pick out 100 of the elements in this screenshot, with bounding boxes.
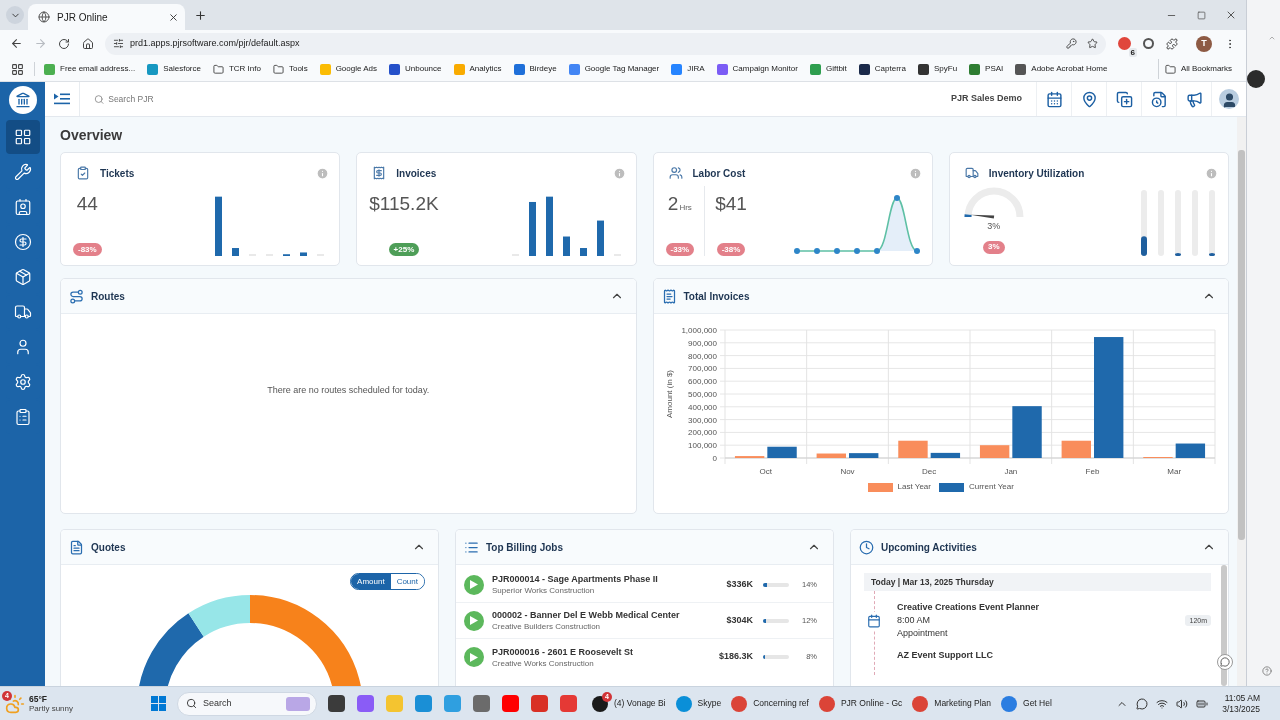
axis-tick-label: 200,000 bbox=[687, 428, 717, 438]
folder-icon bbox=[1164, 63, 1176, 75]
box-icon bbox=[13, 268, 32, 286]
receipt-icon bbox=[372, 166, 387, 180]
chart-bar bbox=[816, 453, 846, 458]
page-title: Overview bbox=[60, 126, 124, 145]
temperature: 65°F bbox=[29, 693, 49, 704]
search-input[interactable]: Search bbox=[203, 696, 280, 711]
panel-title: Total Invoices bbox=[683, 289, 750, 304]
settings-icon bbox=[13, 373, 32, 391]
clock-icon bbox=[859, 539, 874, 555]
address-bar[interactable]: prd1.apps.pjrsoftware.com/pjr/default.aspx bbox=[105, 32, 1106, 55]
back-arrow-icon bbox=[9, 37, 23, 50]
card-title: Tickets bbox=[100, 166, 135, 181]
legend-label: Current Year bbox=[968, 481, 1014, 493]
bookmark-link[interactable]: Analytics bbox=[447, 59, 508, 79]
folder-icon bbox=[212, 63, 224, 75]
browser-tab[interactable]: PJR Online bbox=[28, 4, 185, 30]
site-settings-icon[interactable] bbox=[113, 38, 124, 49]
bookmark-link[interactable]: Google Ads bbox=[313, 59, 383, 79]
extension-icon bbox=[1117, 37, 1131, 50]
taskbar-search-box[interactable]: Search bbox=[177, 691, 317, 716]
change-badge: -33% bbox=[665, 243, 695, 256]
profile-button[interactable]: T bbox=[1196, 35, 1212, 52]
card-title: Labor Cost bbox=[692, 166, 746, 181]
job-title: PJR000016 - 2601 E Roosevelt St bbox=[492, 645, 635, 658]
puzzle-icon bbox=[1166, 37, 1178, 50]
bookmark-link[interactable]: Free email address... bbox=[38, 59, 142, 79]
url-text: prd1.apps.pjrsoftware.com/pjr/default.aspx bbox=[130, 36, 300, 50]
chart-bar bbox=[1175, 443, 1205, 458]
axis-tick-label: 300,000 bbox=[687, 415, 717, 425]
toggle-option[interactable]: Amount bbox=[351, 574, 391, 589]
card-title: Inventory Utilization bbox=[988, 166, 1085, 181]
metric-value: $41 bbox=[715, 192, 747, 216]
close-icon[interactable] bbox=[168, 11, 179, 23]
grid-icon bbox=[13, 128, 32, 146]
globe-icon bbox=[38, 11, 50, 23]
forward-arrow-icon bbox=[33, 37, 47, 50]
key-icon[interactable] bbox=[1066, 38, 1077, 49]
bookmark-link[interactable]: SpyFu bbox=[911, 59, 964, 79]
change-badge: 3% bbox=[982, 240, 1005, 254]
date-header: Today | Mar 13, 2025 Thursday bbox=[864, 573, 1211, 591]
bookmark-link[interactable]: Tools bbox=[266, 59, 314, 79]
clipboard-check-icon bbox=[76, 166, 90, 180]
bookmark-link[interactable]: Capterra bbox=[852, 59, 912, 79]
bookmark-link[interactable]: PSAI bbox=[963, 59, 1010, 79]
wifi-icon[interactable] bbox=[1156, 697, 1169, 710]
battery-icon[interactable] bbox=[1196, 697, 1209, 710]
bookmark-link[interactable]: Google Tag Manager bbox=[562, 59, 666, 79]
taskbar-window-button[interactable]: PJR Online - Gc bbox=[813, 688, 908, 719]
bookmark-link[interactable]: JIRA bbox=[665, 59, 711, 79]
bookmark-link[interactable]: TCR Info bbox=[206, 59, 267, 79]
bookmark-star-icon[interactable] bbox=[1087, 38, 1098, 49]
map-pin-icon bbox=[1080, 90, 1098, 108]
taskbar-window-button[interactable]: Marketing Plan bbox=[907, 688, 996, 719]
truck-icon bbox=[964, 166, 979, 180]
copy-plus-icon bbox=[1115, 90, 1133, 108]
play-icon[interactable] bbox=[464, 574, 484, 595]
search-highlight-icon bbox=[286, 696, 310, 711]
help-icon bbox=[1262, 666, 1272, 676]
chat-icon bbox=[1220, 657, 1230, 667]
event-title: AZ Event Support LLC bbox=[897, 649, 993, 662]
job-customer: Creative Works Construction bbox=[492, 657, 595, 669]
chart-bar bbox=[848, 453, 879, 458]
clock-time: 11:05 AM bbox=[1224, 692, 1260, 704]
panel-title: Upcoming Activities bbox=[881, 540, 977, 555]
bookmark-link[interactable]: Campaign Monitor bbox=[710, 59, 804, 79]
extension-button[interactable]: 6 bbox=[1112, 31, 1136, 56]
play-icon[interactable] bbox=[464, 610, 484, 631]
receipt-icon bbox=[661, 288, 677, 304]
all-bookmarks-link[interactable]: All Bookmarks bbox=[1157, 59, 1238, 79]
taskbar-window-button[interactable]: Get Hel bbox=[996, 688, 1057, 719]
taskbar-window-button[interactable]: Concerning ref bbox=[726, 688, 814, 719]
clock-date: 3/13/2025 bbox=[1222, 703, 1260, 715]
wrench-icon bbox=[13, 163, 32, 181]
gauge-reading: 3% bbox=[987, 220, 1001, 232]
bookmark-link[interactable]: Birdeye bbox=[507, 59, 563, 79]
bookmark-link[interactable]: Unbounce bbox=[383, 59, 448, 79]
volume-icon[interactable] bbox=[1176, 697, 1189, 710]
chat-icon[interactable] bbox=[1136, 697, 1149, 710]
chat-button[interactable] bbox=[1217, 654, 1233, 670]
bookmark-link[interactable]: Salesforce bbox=[141, 59, 207, 79]
play-icon[interactable] bbox=[464, 647, 484, 667]
taskbar-window-button[interactable]: Skype bbox=[670, 688, 727, 719]
close-icon bbox=[1225, 9, 1237, 21]
metric-value: 2 bbox=[667, 192, 679, 216]
axis-tick-label: 100,000 bbox=[687, 441, 717, 451]
scroll-up-icon bbox=[1268, 34, 1276, 42]
sidebar-item[interactable] bbox=[5, 120, 40, 154]
panel-title: Quotes bbox=[91, 540, 126, 555]
dollar-icon bbox=[13, 233, 32, 251]
calendar-icon bbox=[1045, 90, 1063, 108]
bookmark-link[interactable]: Giftbit bbox=[803, 59, 853, 79]
weather-condition: Partly sunny bbox=[29, 703, 74, 714]
list-icon bbox=[464, 539, 479, 555]
axis-tick-label: 600,000 bbox=[687, 377, 717, 387]
bookmark-link[interactable]: Adobe Acrobat Home bbox=[1009, 59, 1114, 79]
axis-tick-label: 700,000 bbox=[687, 364, 717, 374]
apps-icon[interactable] bbox=[11, 62, 24, 76]
search-field[interactable]: Search PJR bbox=[108, 92, 294, 106]
